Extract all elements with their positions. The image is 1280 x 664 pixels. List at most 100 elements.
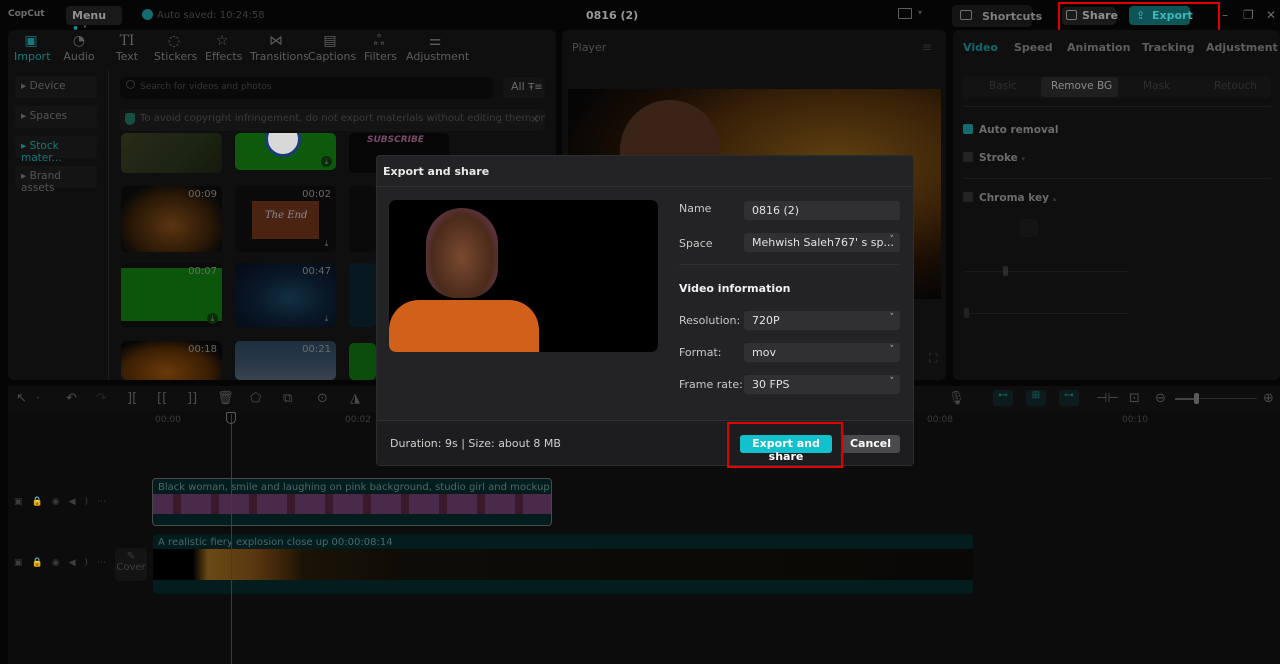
undo-icon[interactable]: ↶ xyxy=(66,391,77,406)
cancel-button[interactable]: Cancel xyxy=(841,435,900,453)
preview-axis-icon[interactable]: ⊣⊢ xyxy=(1096,391,1119,406)
track-controls[interactable]: ▣🔒◉◀)⋯ xyxy=(14,497,115,507)
subtab-basic[interactable]: Basic xyxy=(989,80,1017,92)
restore-icon[interactable]: ❐ xyxy=(1243,8,1254,22)
player-menu-icon[interactable]: ≡ xyxy=(922,40,932,54)
track-video-icon[interactable]: ▣ xyxy=(14,558,32,568)
marker-icon[interactable]: ⬠ xyxy=(250,391,261,406)
eye-icon[interactable]: ◉ xyxy=(52,497,69,507)
reverse-icon[interactable]: ⊙ xyxy=(317,391,328,406)
media-thumb-partial[interactable] xyxy=(349,186,376,252)
intensity-slider-handle[interactable] xyxy=(1003,266,1008,276)
filter-all-button[interactable]: All Ŧ≡ xyxy=(503,77,545,98)
shadow-slider-handle[interactable] xyxy=(964,308,969,318)
lock-icon[interactable]: 🔒 xyxy=(32,558,52,568)
sidebar-item-device[interactable]: ▸ Device xyxy=(15,76,97,98)
auto-removal-checkbox[interactable]: Auto removal xyxy=(963,124,1058,136)
split-icon[interactable]: ][ xyxy=(127,391,137,406)
download-icon[interactable]: ⤓ xyxy=(321,313,332,324)
tab-transitions[interactable]: ⋈ Transitions xyxy=(250,33,309,63)
sidebar-item-spaces[interactable]: ▸ Spaces xyxy=(15,106,97,128)
media-thumb-green-screen[interactable]: 00:07 ⤓ xyxy=(121,263,222,327)
zoom-out-icon[interactable]: ⊖ xyxy=(1155,391,1166,406)
prop-tab-speed[interactable]: Speed xyxy=(1014,41,1053,54)
prop-tab-tracking[interactable]: Tracking xyxy=(1142,41,1194,54)
color-picker[interactable] xyxy=(1020,219,1038,237)
download-icon[interactable]: ⤓ xyxy=(321,156,332,167)
format-select[interactable]: mov ˅ xyxy=(744,343,900,362)
media-search-input[interactable]: Search for videos and photos xyxy=(120,77,493,99)
media-thumb-the-end[interactable]: The End 00:02 ⤓ xyxy=(235,186,336,252)
playhead-handle[interactable] xyxy=(226,412,236,424)
media-thumb-partial[interactable] xyxy=(349,263,376,327)
tab-stickers[interactable]: ◌ Stickers xyxy=(154,33,197,63)
subtab-mask[interactable]: Mask xyxy=(1143,80,1170,92)
redo-icon[interactable]: ↷ xyxy=(96,391,107,406)
microphone-icon[interactable]: 🎙 xyxy=(948,391,965,406)
prop-tab-animation[interactable]: Animation xyxy=(1067,41,1130,54)
tab-effects[interactable]: ☆ Effects xyxy=(205,33,242,63)
subtab-retouch[interactable]: Retouch xyxy=(1214,80,1257,92)
select-cursor-icon[interactable]: ↖ xyxy=(16,391,27,406)
tab-import[interactable]: ▣ Import xyxy=(14,33,51,63)
space-select[interactable]: Mehwish Saleh767' s sp... ˅ xyxy=(744,233,900,252)
prop-tab-video[interactable]: Video xyxy=(963,41,998,54)
lock-icon[interactable]: 🔒 xyxy=(32,497,52,507)
delete-icon[interactable]: 🗑 xyxy=(217,391,234,406)
sidebar-item-brand-assets[interactable]: ▸ Brand assets xyxy=(15,166,97,194)
media-thumb-fire[interactable]: 00:18 xyxy=(121,341,222,380)
sidebar-item-stock-material[interactable]: ▸ Stock mater... xyxy=(15,136,97,164)
layout-icon[interactable] xyxy=(898,8,912,19)
stroke-checkbox[interactable]: Stroke ▾ xyxy=(963,152,1025,164)
chroma-key-checkbox[interactable]: Chroma key ▴ xyxy=(963,192,1056,204)
media-thumb-explosion[interactable]: 00:09 xyxy=(121,186,222,252)
split-left-icon[interactable]: [[ xyxy=(157,391,167,406)
chevron-down-icon[interactable]: ˅ xyxy=(36,396,40,405)
shadow-slider-track[interactable] xyxy=(963,313,1128,314)
main-track-magnet-icon[interactable]: ⊷ xyxy=(993,390,1013,406)
timeline-clip-explosion[interactable]: A realistic fiery explosion close up 00:… xyxy=(153,534,973,594)
intensity-slider-track[interactable] xyxy=(963,271,1128,272)
audio-icon[interactable]: ◀) xyxy=(69,497,97,507)
eye-icon[interactable]: ◉ xyxy=(52,558,69,568)
auto-snap-icon[interactable]: ⊞ xyxy=(1026,390,1046,406)
cover-button[interactable]: ✎ Cover xyxy=(115,548,147,581)
download-icon[interactable]: ⤓ xyxy=(207,313,218,324)
zoom-in-icon[interactable]: ⊕ xyxy=(1263,391,1274,406)
media-thumb-partial[interactable] xyxy=(349,343,376,380)
close-icon[interactable]: ✕ xyxy=(1266,8,1276,22)
tab-adjustment[interactable]: ⚌ Adjustment xyxy=(406,33,469,63)
media-thumb-like[interactable]: ⤓ xyxy=(235,133,336,170)
playhead-line[interactable] xyxy=(231,414,232,664)
notice-close-icon[interactable]: ✕ xyxy=(530,113,539,126)
media-thumb-sky[interactable]: 00:21 xyxy=(235,341,336,380)
zoom-fit-icon[interactable]: ⊡ xyxy=(1129,391,1140,406)
prop-tab-adjustment[interactable]: Adjustment xyxy=(1206,41,1278,54)
download-icon[interactable]: ⤓ xyxy=(321,238,332,249)
resolution-select[interactable]: 720P ˅ xyxy=(744,311,900,330)
media-thumb-galaxy[interactable]: 00:47 ⤓ xyxy=(235,263,336,327)
more-icon[interactable]: ⋯ xyxy=(97,497,115,507)
tab-audio[interactable]: ◔ Audio xyxy=(63,33,95,63)
minimize-icon[interactable]: – xyxy=(1222,8,1228,22)
more-icon[interactable]: ⋯ xyxy=(97,558,115,568)
timeline-clip-woman[interactable]: Black woman, smile and laughing on pink … xyxy=(152,478,552,526)
split-right-icon[interactable]: ]] xyxy=(187,391,197,406)
subtab-remove-bg[interactable]: Remove BG xyxy=(1051,80,1112,92)
fullscreen-icon[interactable]: ⛶ xyxy=(929,351,937,366)
tab-filters[interactable]: ஃ Filters xyxy=(364,33,397,63)
mirror-icon[interactable]: ◮ xyxy=(350,391,360,406)
track-controls[interactable]: ▣🔒◉◀)⋯ xyxy=(14,558,115,568)
framerate-select[interactable]: 30 FPS ˅ xyxy=(744,375,900,394)
track-video-icon[interactable]: ▣ xyxy=(14,497,32,507)
tab-text[interactable]: TI Text xyxy=(113,33,141,63)
name-input[interactable]: 0816 (2) xyxy=(744,201,900,220)
audio-icon[interactable]: ◀) xyxy=(69,558,97,568)
media-thumb-forest[interactable] xyxy=(121,133,222,173)
menu-button[interactable]: Menu • ˅ xyxy=(66,6,122,35)
crop-icon[interactable]: ⧉ xyxy=(283,391,292,406)
linkage-icon[interactable]: ⊶ xyxy=(1059,390,1079,406)
zoom-slider-handle[interactable] xyxy=(1194,393,1199,404)
tab-captions[interactable]: ▤ Captions xyxy=(308,33,356,63)
layout-chevron-icon[interactable]: ▾ xyxy=(918,8,922,17)
